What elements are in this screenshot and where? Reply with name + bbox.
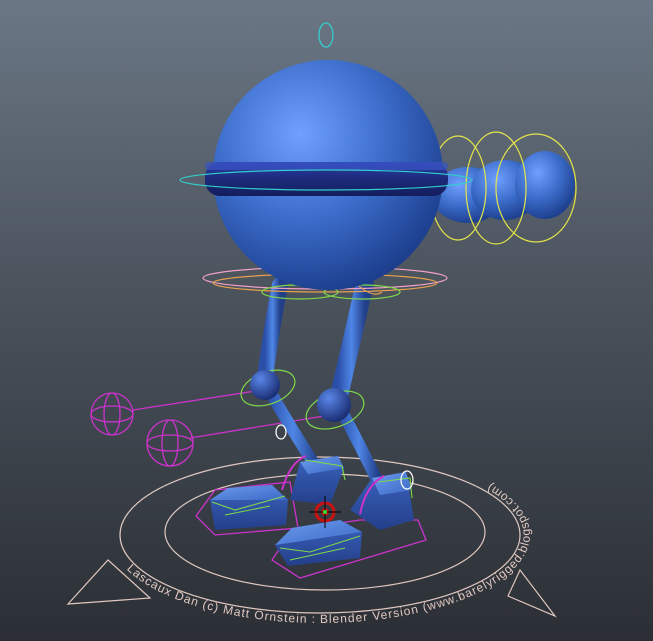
ik-target-left[interactable] [90, 392, 134, 436]
ik-target-right[interactable] [146, 419, 194, 467]
tail-segments [432, 151, 575, 223]
knee-front [317, 388, 351, 422]
rig-scene: Lascaux Dan (c) Matt Ornstein : Blender … [66, 22, 577, 626]
root-arrow-right [507, 568, 557, 618]
3d-viewport[interactable]: Lascaux Dan (c) Matt Ornstein : Blender … [0, 0, 653, 641]
foot-back [210, 456, 344, 530]
leg-front [329, 273, 384, 488]
knee-back [250, 370, 280, 400]
body-belt [205, 162, 448, 196]
head-control[interactable] [318, 22, 334, 48]
